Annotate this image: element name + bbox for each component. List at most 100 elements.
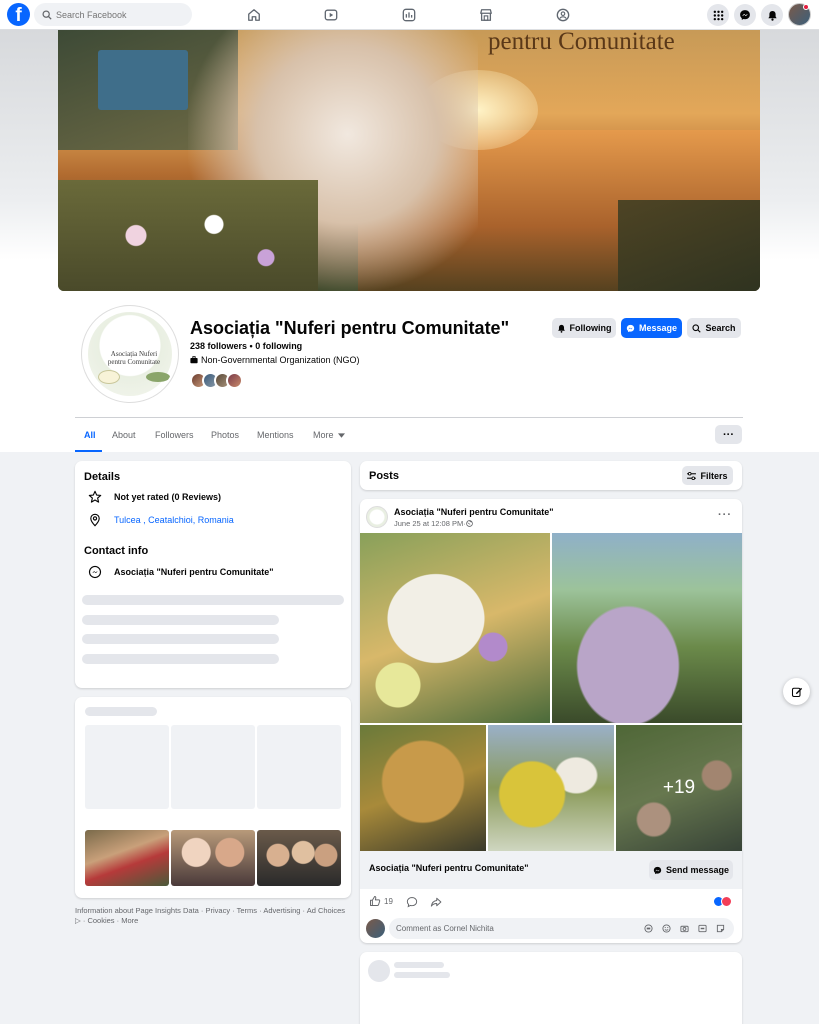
photo-thumbnail[interactable] bbox=[171, 830, 255, 886]
globe-icon bbox=[465, 520, 473, 527]
notifications-bell-icon[interactable] bbox=[761, 4, 783, 26]
footer-link[interactable]: Ad Choices bbox=[307, 906, 345, 915]
new-message-button[interactable] bbox=[783, 678, 810, 705]
footer-link[interactable]: Privacy bbox=[206, 906, 231, 915]
avatar[interactable] bbox=[226, 372, 243, 389]
cover-photo[interactable]: pentru Comunitate bbox=[58, 30, 760, 291]
details-card: Details Not yet rated (0 Reviews) Tulcea… bbox=[75, 461, 351, 688]
filters-label: Filters bbox=[700, 470, 728, 481]
post-photo[interactable] bbox=[360, 725, 486, 851]
loading-placeholder bbox=[394, 962, 444, 968]
sticker-icon[interactable] bbox=[714, 923, 726, 935]
following-link[interactable]: 0 following bbox=[255, 341, 302, 351]
photo-placeholder bbox=[85, 725, 169, 809]
marketplace-icon[interactable] bbox=[478, 7, 494, 23]
send-message-button[interactable]: Send message bbox=[649, 860, 733, 880]
profile-logo-text-1: Asociația Nuferi bbox=[110, 350, 158, 358]
photo-thumbnail[interactable] bbox=[257, 830, 341, 886]
follower-avatars[interactable] bbox=[190, 372, 243, 389]
photo-placeholder bbox=[257, 725, 341, 809]
active-tab-indicator bbox=[75, 450, 102, 452]
location-pin-icon bbox=[90, 513, 100, 527]
search-icon bbox=[42, 9, 52, 20]
footer-link[interactable]: Terms bbox=[237, 906, 257, 915]
like-action[interactable]: 19 bbox=[369, 895, 393, 907]
share-icon[interactable] bbox=[430, 895, 442, 913]
post-photo-more[interactable]: +19 bbox=[616, 725, 742, 851]
menu-grid-icon[interactable] bbox=[707, 4, 729, 26]
profile-picture[interactable]: Asociația Nuferi pentru Comunitate bbox=[82, 306, 178, 402]
post-author-name[interactable]: Asociația "Nuferi pentru Comunitate" bbox=[394, 507, 554, 517]
tab-photos[interactable]: Photos bbox=[211, 430, 239, 440]
messenger-icon[interactable] bbox=[734, 4, 756, 26]
leaf-icon bbox=[146, 372, 170, 382]
camera-icon[interactable] bbox=[678, 923, 690, 935]
photos-card bbox=[75, 697, 351, 898]
filters-button[interactable]: Filters bbox=[682, 466, 733, 485]
following-label: Following bbox=[569, 323, 612, 333]
messenger-icon bbox=[653, 866, 662, 874]
page-title: Asociația "Nuferi pentru Comunitate" bbox=[190, 318, 510, 338]
more-options-button[interactable]: ··· bbox=[715, 425, 742, 444]
compose-icon bbox=[791, 687, 802, 697]
cover-overlay-text: pentru Comunitate bbox=[488, 30, 675, 55]
post-photo[interactable] bbox=[360, 533, 550, 723]
footer-link[interactable]: Information about Page Insights Data bbox=[75, 906, 199, 915]
page-category: Non-Governmental Organization (NGO) bbox=[190, 355, 360, 365]
location-link[interactable]: Tulcea , Ceatalchioi, Romania bbox=[114, 515, 234, 525]
post-cta-bar: Asociația "Nuferi pentru Comunitate" Sen… bbox=[360, 851, 742, 889]
tab-mentions[interactable]: Mentions bbox=[257, 430, 294, 440]
post-options-button[interactable]: ··· bbox=[718, 509, 732, 521]
post-date[interactable]: June 25 at 12:08 PM bbox=[394, 519, 463, 528]
comment-input[interactable]: Comment as Cornel Nichita bbox=[389, 918, 734, 939]
tab-followers[interactable]: Followers bbox=[155, 430, 194, 440]
loading-placeholder bbox=[82, 634, 279, 644]
footer-link[interactable]: More bbox=[121, 916, 138, 925]
tab-more[interactable]: More bbox=[313, 430, 346, 440]
followers-link[interactable]: 238 followers bbox=[190, 341, 247, 351]
details-title: Details bbox=[84, 471, 121, 483]
post-timestamp: June 25 at 12:08 PM · bbox=[394, 519, 473, 528]
footer-link[interactable]: Advertising bbox=[263, 906, 300, 915]
tab-all[interactable]: All bbox=[84, 430, 96, 440]
emoji-icon[interactable] bbox=[660, 923, 672, 935]
water-lily-icon bbox=[98, 370, 120, 384]
loading-placeholder bbox=[82, 654, 279, 664]
comment-icon[interactable] bbox=[406, 895, 418, 913]
groups-icon[interactable] bbox=[555, 7, 571, 23]
following-button[interactable]: Following bbox=[552, 318, 616, 338]
search-box[interactable] bbox=[34, 3, 192, 26]
contact-messenger-name[interactable]: Asociația "Nuferi pentru Comunitate" bbox=[114, 567, 274, 577]
loading-placeholder bbox=[85, 707, 157, 716]
avatar-sticker-icon[interactable] bbox=[642, 923, 654, 935]
post-photo[interactable] bbox=[552, 533, 742, 723]
home-icon[interactable] bbox=[246, 7, 262, 23]
search-page-button[interactable]: Search bbox=[687, 318, 741, 338]
contact-row: Asociația "Nuferi pentru Comunitate" bbox=[88, 565, 274, 579]
reactions-summary[interactable] bbox=[713, 896, 732, 907]
tab-more-label: More bbox=[313, 430, 334, 440]
contact-info-title: Contact info bbox=[84, 545, 149, 557]
tab-about[interactable]: About bbox=[112, 430, 136, 440]
top-navigation-bar: f bbox=[0, 0, 819, 30]
love-reaction-icon bbox=[721, 896, 732, 907]
tabs-divider bbox=[75, 417, 743, 418]
rating-text: Not yet rated (0 Reviews) bbox=[114, 492, 222, 502]
location-row: Tulcea , Ceatalchioi, Romania bbox=[88, 513, 234, 527]
briefcase-icon bbox=[190, 356, 198, 364]
footer-link[interactable]: Cookies bbox=[87, 916, 114, 925]
post-author-avatar[interactable] bbox=[366, 506, 388, 528]
search-input[interactable] bbox=[56, 9, 186, 20]
filter-icon bbox=[687, 471, 697, 480]
facebook-logo-icon[interactable]: f bbox=[7, 3, 30, 26]
rating-row: Not yet rated (0 Reviews) bbox=[88, 490, 221, 504]
message-button[interactable]: Message bbox=[621, 318, 682, 338]
post-photo[interactable] bbox=[488, 725, 614, 851]
commenter-avatar[interactable] bbox=[366, 919, 385, 938]
notification-dot bbox=[803, 4, 809, 10]
video-icon[interactable] bbox=[323, 7, 339, 23]
gif-icon[interactable] bbox=[696, 923, 708, 935]
photo-thumbnail[interactable] bbox=[85, 830, 169, 886]
news-feed-icon[interactable] bbox=[401, 7, 417, 23]
category-text: Non-Governmental Organization (NGO) bbox=[201, 355, 360, 365]
